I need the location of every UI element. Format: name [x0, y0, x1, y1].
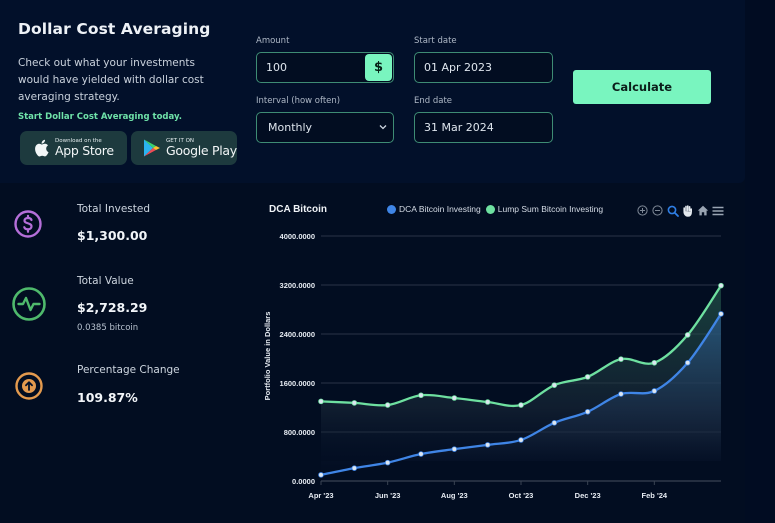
data-point — [318, 472, 324, 478]
data-point — [518, 437, 524, 443]
y-tick-label: 4000.0000 — [280, 232, 315, 241]
data-point — [718, 282, 724, 289]
x-tick-label: Apr '23 — [308, 491, 333, 500]
data-point — [618, 356, 624, 362]
data-point — [518, 402, 524, 408]
data-point — [718, 311, 724, 317]
data-point — [651, 388, 658, 394]
x-tick-label: Dec '23 — [575, 491, 601, 500]
data-point — [584, 408, 591, 415]
data-point — [418, 392, 424, 399]
x-tick-label: Jun '23 — [375, 491, 401, 500]
data-point — [484, 399, 491, 405]
y-tick-label: 800.0000 — [284, 428, 315, 437]
x-tick-label: Feb '24 — [642, 491, 668, 500]
data-point — [351, 400, 358, 406]
y-tick-label: 0.0000 — [292, 477, 315, 486]
data-point — [451, 446, 458, 452]
data-point — [484, 442, 491, 448]
data-point — [618, 391, 624, 397]
y-tick-label: 3200.0000 — [280, 281, 315, 290]
y-axis-title: Portfolio Value in Dollars — [263, 312, 272, 401]
data-point — [451, 395, 458, 401]
x-tick-label: Aug '23 — [441, 491, 468, 500]
data-point — [351, 465, 358, 471]
data-point — [318, 398, 324, 405]
data-point — [384, 402, 391, 408]
data-point — [384, 459, 391, 466]
y-tick-label: 1600.0000 — [280, 379, 315, 388]
data-point — [684, 332, 691, 338]
data-point — [551, 420, 558, 426]
data-point — [651, 359, 658, 366]
dca-chart: 0.0000 800.0000 1600.0000 2400.0000 3200.000… — [263, 232, 724, 500]
data-point — [418, 451, 424, 457]
data-point — [684, 359, 691, 366]
data-point — [584, 374, 591, 380]
data-point — [551, 382, 558, 388]
y-tick-label: 2400.0000 — [280, 330, 315, 339]
x-tick-label: Oct '23 — [509, 491, 534, 500]
